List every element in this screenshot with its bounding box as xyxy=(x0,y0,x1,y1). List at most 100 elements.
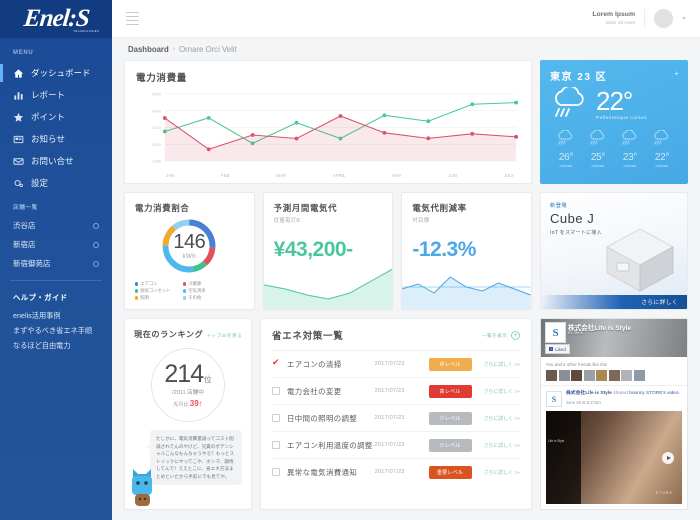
donut-center: 146 kWh xyxy=(158,215,220,277)
forecast-temp: 26° xyxy=(552,152,580,163)
main-area: Lorem Ipsum Dolor Sit Amet Dashboard › O… xyxy=(112,0,700,520)
measure-row[interactable]: エアコン利用温度の調整2017/07/23少レベルさらに詳しく >> xyxy=(272,432,520,459)
promo-card[interactable]: 新登場 Cube J IoT をスマートに導入 さらに詳しく xyxy=(540,192,688,310)
mascot-cat-icon xyxy=(129,467,157,507)
measure-detail-link[interactable]: さらに詳しく >> xyxy=(484,469,520,476)
promo-more-link[interactable]: さらに詳しく xyxy=(541,295,687,309)
measure-detail-link[interactable]: さらに詳しく >> xyxy=(484,442,520,449)
plus-icon[interactable]: + xyxy=(674,69,679,78)
measure-name: 異常な電気消費通知 xyxy=(287,467,375,478)
weather-caption: Pellentesque cursus xyxy=(596,116,647,121)
plus-icon[interactable]: + xyxy=(511,331,520,340)
sidebar-store-shinjuku[interactable]: 新宿店 xyxy=(0,235,112,254)
rain-cloud-icon xyxy=(652,130,672,147)
checkbox[interactable] xyxy=(272,468,280,476)
level-badge: 少レベル xyxy=(429,439,472,452)
social-post-author[interactable]: 株式会社Life is Style xyxy=(566,391,612,396)
content: 電力消費量 10002000300040005000 JAN FEB MAR A… xyxy=(112,60,700,520)
sidebar-store-shibuya[interactable]: 渋谷店 xyxy=(0,216,112,235)
sidebar-store-shinjukugyoen[interactable]: 新宿御苑店 xyxy=(0,254,112,273)
svg-text:4000: 4000 xyxy=(152,109,161,113)
brand-logo[interactable]: Enel:S TECHNOLOGIES xyxy=(0,0,112,38)
measure-row[interactable]: 日中間の照明の調整2017/07/23少レベルさらに詳しく >> xyxy=(272,405,520,432)
checkbox[interactable] xyxy=(272,441,280,449)
chevron-down-icon[interactable] xyxy=(682,17,686,20)
friend-avatar[interactable] xyxy=(571,370,582,381)
measure-name: エアコンの清掃 xyxy=(287,359,375,370)
sidebar-item-news[interactable]: お知らせ xyxy=(0,128,112,150)
user-role: Dolor Sit Amet xyxy=(592,20,635,26)
donut-legend-item: エアコン xyxy=(135,281,178,287)
friend-avatar[interactable] xyxy=(634,370,645,381)
radio-icon[interactable] xyxy=(93,223,99,229)
right-column: 東京 23 区 + 22° Pellentesque cursus xyxy=(540,60,688,510)
donut-legend-item: その他 xyxy=(183,295,226,301)
legend-dot xyxy=(135,296,138,299)
forecast-caption: cursus xyxy=(552,163,580,168)
social-post-target[interactable]: bouncy STORE xyxy=(629,391,662,396)
liked-label: Liked xyxy=(555,347,566,352)
sidebar-item-point[interactable]: ポイント xyxy=(0,106,112,128)
checkbox[interactable] xyxy=(272,414,280,422)
thumbs-up-icon: f xyxy=(549,347,553,351)
social-cover: S 株式会社Life is Style 61 likes f Liked xyxy=(541,319,687,357)
play-icon[interactable] xyxy=(662,452,674,464)
bottom-row: 現在のランキング トップ30を見る 214 位 /2011 店舗中 先月比 xyxy=(124,318,532,510)
donut-legend: エアコン冷蔵庫厨房コンセント空気清浄照明その他 xyxy=(135,281,244,301)
friend-avatar[interactable] xyxy=(546,370,557,381)
measures-list-link[interactable]: 一覧を表示 xyxy=(482,332,507,339)
level-badge: 中レベル xyxy=(429,358,472,371)
news-icon xyxy=(13,134,24,145)
help-link-power[interactable]: なるほど自由電力 xyxy=(0,338,112,353)
checkbox[interactable] xyxy=(272,360,280,368)
measures-card: 省エネ対策一覧 一覧を表示 + エアコンの清掃2017/07/23中レベルさらに… xyxy=(260,318,532,510)
sidebar-item-report[interactable]: レポート xyxy=(0,84,112,106)
weather-widget: 東京 23 区 + 22° Pellentesque cursus xyxy=(540,60,688,184)
sidebar-item-dashboard[interactable]: ダッシュボード xyxy=(0,62,112,84)
home-icon xyxy=(13,68,24,79)
ranking-top30-link[interactable]: トップ30を見る xyxy=(206,332,242,339)
sidebar-item-label: ダッシュボード xyxy=(31,67,91,79)
hamburger-icon[interactable] xyxy=(126,12,139,25)
friend-avatar[interactable] xyxy=(559,370,570,381)
measure-detail-link[interactable]: さらに詳しく >> xyxy=(484,361,520,368)
level-badge: 重要レベル xyxy=(429,466,472,479)
x-tick: MAR xyxy=(276,173,286,178)
friend-avatar[interactable] xyxy=(596,370,607,381)
measure-date: 2017/07/23 xyxy=(375,442,429,448)
measure-detail-link[interactable]: さらに詳しく >> xyxy=(484,388,520,395)
help-link-cases[interactable]: enelis活用事例 xyxy=(0,308,112,323)
friend-avatar[interactable] xyxy=(621,370,632,381)
forecast-temp: 22° xyxy=(648,152,676,163)
cube-product-icon xyxy=(599,223,681,295)
donut-chart: 146 kWh xyxy=(135,215,244,277)
reduction-subtitle: 対目標 xyxy=(412,216,521,224)
friend-avatar[interactable] xyxy=(584,370,595,381)
store-label: 新宿店 xyxy=(13,239,36,250)
breadcrumb-root[interactable]: Dashboard xyxy=(128,45,169,54)
social-video[interactable]: Life is Style STORE xyxy=(546,411,682,504)
forecast-caption: cursus xyxy=(648,163,676,168)
svg-text:5000: 5000 xyxy=(152,93,161,97)
measure-row[interactable]: エアコンの清掃2017/07/23中レベルさらに詳しく >> xyxy=(272,351,520,378)
measure-row[interactable]: 電力会社の変更2017/07/23高レベルさらに詳しく >> xyxy=(272,378,520,405)
checkbox[interactable] xyxy=(272,387,280,395)
radio-icon[interactable] xyxy=(93,242,99,248)
star-icon xyxy=(13,112,24,123)
sidebar-item-label: お問い合せ xyxy=(31,155,74,167)
sidebar-item-contact[interactable]: お問い合せ xyxy=(0,150,112,172)
weather-city: 東京 23 区 xyxy=(550,68,678,83)
sidebar-item-settings[interactable]: 設定 xyxy=(0,172,112,194)
donut-unit: kWh xyxy=(183,254,197,260)
breadcrumb-separator: › xyxy=(173,46,175,53)
promo-title: Cube J xyxy=(550,211,594,226)
liked-button[interactable]: f Liked xyxy=(545,344,570,354)
measure-row[interactable]: 異常な電気消費通知2017/07/23重要レベルさらに詳しく >> xyxy=(272,459,520,485)
friend-avatar[interactable] xyxy=(609,370,620,381)
donut-legend-item: 冷蔵庫 xyxy=(183,281,226,287)
radio-icon[interactable] xyxy=(93,261,99,267)
measure-detail-link[interactable]: さらに詳しく >> xyxy=(484,415,520,422)
help-link-steps[interactable]: まずやるべき省エネ手順 xyxy=(0,323,112,338)
avatar[interactable] xyxy=(654,9,673,28)
svg-text:2000: 2000 xyxy=(152,143,161,147)
